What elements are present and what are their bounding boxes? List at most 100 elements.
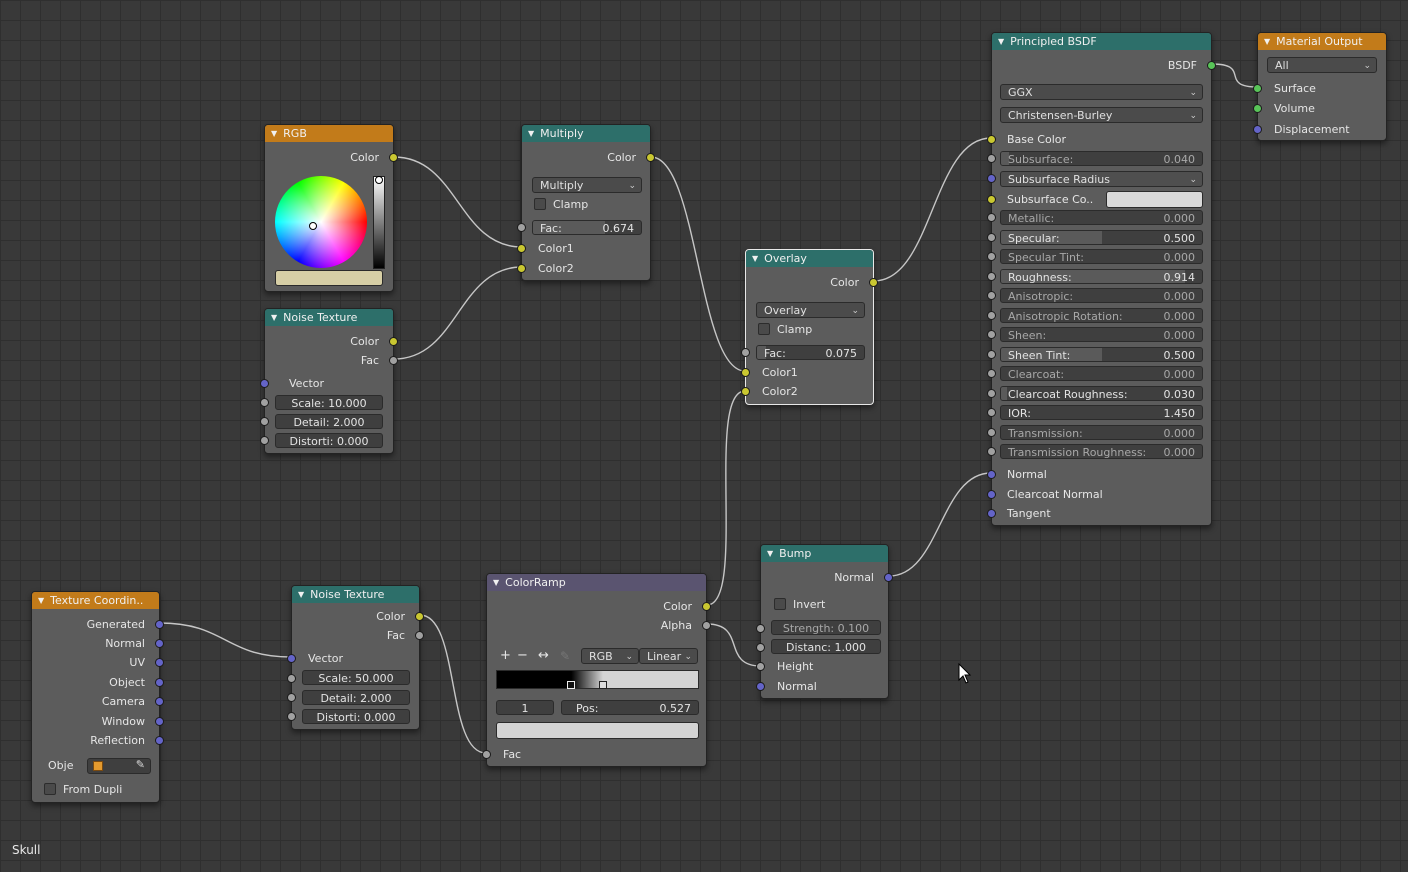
bump-distance-socket[interactable]: [756, 643, 765, 652]
noise2-distortion-field[interactable]: Distorti: 0.000: [302, 709, 410, 724]
multiply-node[interactable]: ▼ Multiply Color Multiply ⌄ Clamp Fac: 0.67…: [517, 124, 655, 281]
bsdf-param-socket[interactable]: [987, 233, 996, 242]
bump-strength-socket[interactable]: [756, 624, 765, 633]
material-output-node[interactable]: ▼ Material Output All ⌄ Surface Volume Dis…: [1253, 32, 1387, 141]
bump-header[interactable]: ▼ Bump: [761, 545, 888, 562]
overlay-clamp-checkbox[interactable]: Clamp: [758, 322, 812, 338]
noise-detail-socket[interactable]: [260, 417, 269, 426]
bsdf-param-field[interactable]: Roughness: 0.914: [1000, 269, 1203, 284]
ramp-stop-handle[interactable]: [567, 681, 576, 689]
noise2-distortion-socket[interactable]: [287, 712, 296, 721]
displacement-socket[interactable]: [1253, 125, 1262, 134]
window-socket[interactable]: [155, 717, 164, 726]
from-dupli-checkbox[interactable]: From Dupli: [44, 782, 122, 798]
surface-socket[interactable]: [1253, 84, 1262, 93]
volume-socket[interactable]: [1253, 104, 1262, 113]
camera-socket[interactable]: [155, 697, 164, 706]
texcoord-normal-socket[interactable]: [155, 639, 164, 648]
colorramp-color-socket[interactable]: [702, 602, 711, 611]
overlay-blend-dropdown[interactable]: Overlay ⌄: [756, 302, 865, 318]
overlay-color2-socket[interactable]: [741, 387, 750, 396]
noise-scale-socket[interactable]: [260, 398, 269, 407]
subsurface-radius-socket[interactable]: [987, 174, 996, 183]
overlay-node[interactable]: ▼ Overlay Color Overlay ⌄ Clamp Fac: 0.075 …: [741, 249, 878, 405]
bsdf-param-socket[interactable]: [987, 408, 996, 417]
bsdf-param-field[interactable]: Specular Tint: 0.000: [1000, 249, 1203, 264]
overlay-fac-field[interactable]: Fac: 0.075: [756, 345, 865, 360]
output-target-dropdown[interactable]: All ⌄: [1267, 57, 1377, 73]
generated-socket[interactable]: [155, 620, 164, 629]
multiply-clamp-checkbox[interactable]: Clamp: [534, 197, 588, 213]
colorramp-header[interactable]: ▼ ColorRamp: [487, 574, 706, 591]
collapse-triangle-icon[interactable]: ▼: [998, 37, 1004, 46]
bsdf-param-field[interactable]: Sheen Tint: 0.500: [1000, 347, 1203, 362]
bump-strength-field[interactable]: Strength: 0.100: [771, 620, 881, 635]
noise2-fac-socket[interactable]: [415, 631, 424, 640]
subsurface-socket[interactable]: [987, 154, 996, 163]
node-link[interactable]: [393, 266, 523, 360]
noise-texture-node-top[interactable]: ▼ Noise Texture Color Fac Vector Scale: 1…: [260, 308, 398, 454]
value-slider-handle[interactable]: [375, 176, 383, 184]
eyedropper-icon[interactable]: ✎: [560, 648, 570, 664]
collapse-triangle-icon[interactable]: ▼: [298, 590, 304, 599]
bsdf-param-socket[interactable]: [987, 330, 996, 339]
overlay-fac-socket[interactable]: [741, 348, 750, 357]
bsdf-param-socket[interactable]: [987, 369, 996, 378]
interpolation-dropdown[interactable]: Linear ⌄: [639, 648, 698, 664]
collapse-triangle-icon[interactable]: ▼: [38, 596, 44, 605]
node-link[interactable]: [706, 623, 762, 667]
bsdf-param-field[interactable]: Clearcoat Roughness: 0.030: [1000, 386, 1203, 401]
bsdf-param-field[interactable]: IOR: 1.450: [1000, 405, 1203, 420]
ramp-stop-handle[interactable]: [598, 681, 607, 689]
node-link[interactable]: [650, 156, 746, 372]
node-link[interactable]: [1211, 63, 1259, 88]
rgb-node-header[interactable]: ▼ RGB: [265, 125, 393, 142]
bsdf-param-socket[interactable]: [987, 447, 996, 456]
bump-node[interactable]: ▼ Bump Normal Invert Strength: 0.100 Dist…: [756, 544, 893, 699]
multiply-header[interactable]: ▼ Multiply: [522, 125, 650, 142]
node-link[interactable]: [706, 390, 746, 606]
bsdf-param-socket[interactable]: [987, 272, 996, 281]
multiply-color2-socket[interactable]: [517, 264, 526, 273]
stop-index-field[interactable]: 1: [496, 700, 554, 715]
colorramp-alpha-socket[interactable]: [702, 621, 711, 630]
bsdf-param-field[interactable]: Metallic: 0.000: [1000, 210, 1203, 225]
overlay-color1-socket[interactable]: [741, 368, 750, 377]
value-slider[interactable]: [373, 176, 385, 269]
bsdf-param-socket[interactable]: [987, 428, 996, 437]
tangent-socket[interactable]: [987, 509, 996, 518]
add-stop-button[interactable]: +: [500, 648, 511, 664]
multiply-fac-socket[interactable]: [517, 223, 526, 232]
node-link[interactable]: [888, 472, 992, 577]
bsdf-param-socket[interactable]: [987, 291, 996, 300]
bsdf-param-field[interactable]: Specular: 0.500: [1000, 230, 1203, 245]
bump-normal-output-socket[interactable]: [884, 573, 893, 582]
stop-position-field[interactable]: Pos: 0.527: [561, 700, 699, 715]
collapse-triangle-icon[interactable]: ▼: [271, 313, 277, 322]
collapse-triangle-icon[interactable]: ▼: [493, 578, 499, 587]
colorramp-node[interactable]: ▼ ColorRamp Color Alpha + − ↔ ✎ RGB ⌄ Line…: [482, 573, 711, 767]
noise-scale-field[interactable]: Scale: 10.000: [275, 395, 383, 410]
bsdf-param-field[interactable]: Anisotropic: 0.000: [1000, 288, 1203, 303]
multiply-blend-dropdown[interactable]: Multiply ⌄: [532, 177, 642, 193]
overlay-color-socket[interactable]: [869, 278, 878, 287]
color-wheel[interactable]: [275, 176, 367, 268]
collapse-triangle-icon[interactable]: ▼: [767, 549, 773, 558]
noise-vector-socket[interactable]: [260, 379, 269, 388]
collapse-triangle-icon[interactable]: ▼: [271, 129, 277, 138]
node-link[interactable]: [419, 614, 487, 754]
noise2-color-socket[interactable]: [415, 612, 424, 621]
noise2-detail-socket[interactable]: [287, 693, 296, 702]
bsdf-param-socket[interactable]: [987, 213, 996, 222]
bump-distance-field[interactable]: Distanc: 1.000: [771, 639, 881, 654]
normal-socket[interactable]: [987, 470, 996, 479]
multiply-fac-field[interactable]: Fac: 0.674: [532, 220, 642, 235]
rgb-color-socket[interactable]: [389, 153, 398, 162]
principled-bsdf-socket[interactable]: [1207, 61, 1216, 70]
subsurface-radius-dropdown[interactable]: Subsurface Radius ⌄: [1000, 171, 1203, 187]
reflection-socket[interactable]: [155, 736, 164, 745]
noise2-detail-field[interactable]: Detail: 2.000: [302, 690, 410, 705]
rgb-node[interactable]: ▼ RGB Color: [264, 124, 398, 292]
noise-color-socket[interactable]: [389, 337, 398, 346]
object-socket[interactable]: [155, 678, 164, 687]
